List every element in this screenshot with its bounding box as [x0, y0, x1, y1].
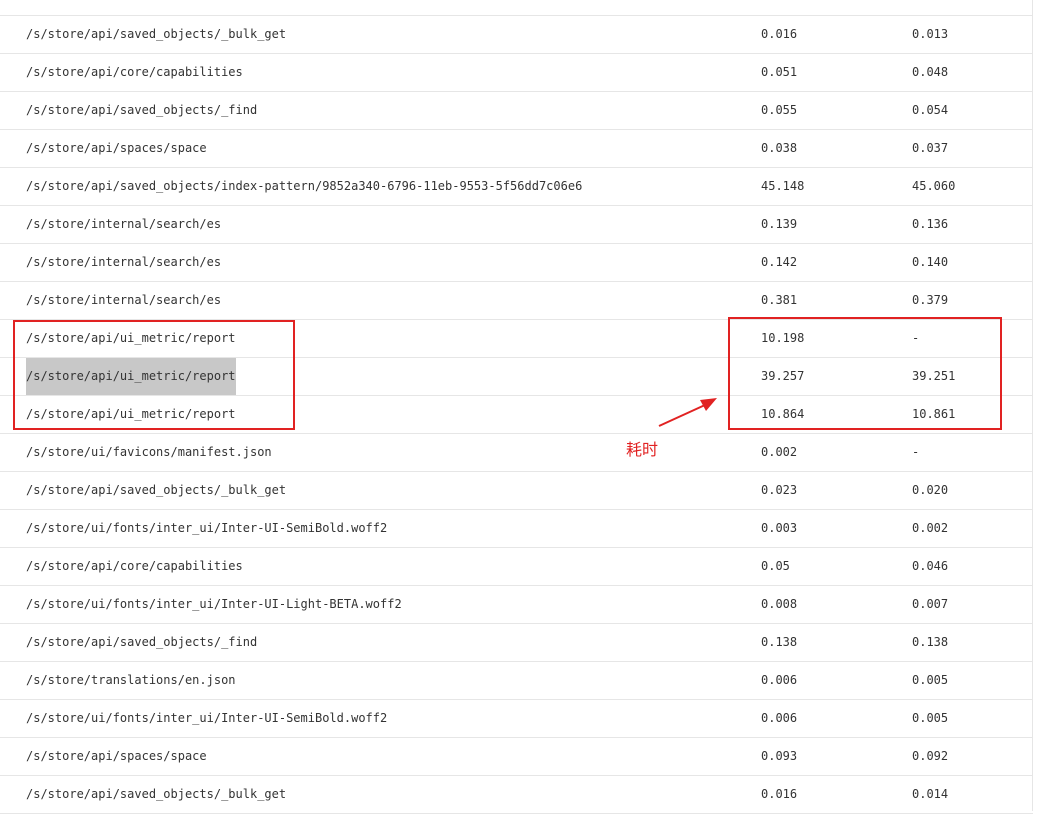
- timing-server: 0.020: [912, 483, 949, 497]
- table-row[interactable]: /s/store/api/saved_objects/_bulk_get 0.0…: [0, 776, 1033, 814]
- table-row[interactable]: /s/store/ui/fonts/inter_ui/Inter-UI-Ligh…: [0, 586, 1033, 624]
- timing-server: 0.005: [912, 711, 949, 725]
- timing-server: 45.060: [912, 179, 956, 193]
- timing-total: 0.138: [761, 635, 798, 649]
- request-url[interactable]: /s/store/api/saved_objects/_bulk_get: [26, 16, 286, 53]
- table-row[interactable]: /s/store/api/core/capabilities 0.051 0.0…: [0, 54, 1033, 92]
- timing-total: 0.055: [761, 103, 798, 117]
- request-url[interactable]: /s/store/api/saved_objects/index-pattern…: [26, 168, 582, 205]
- timing-total: 0.023: [761, 483, 798, 497]
- table-row[interactable]: /s/store/internal/search/es 0.381 0.379: [0, 282, 1033, 320]
- table-row[interactable]: /s/store/api/saved_objects/_find 0.138 0…: [0, 624, 1033, 662]
- table-row[interactable]: /s/store/api/spaces/space 0.093 0.092: [0, 738, 1033, 776]
- timing-server: 0.048: [912, 65, 949, 79]
- request-url[interactable]: /s/store/api/spaces/space: [26, 738, 207, 775]
- timing-total: 0.016: [761, 27, 798, 41]
- timing-total: 0.139: [761, 217, 798, 231]
- timing-total: 0.016: [761, 787, 798, 801]
- timing-total: 45.148: [761, 179, 805, 193]
- timing-total: 0.003: [761, 521, 798, 535]
- highlight-box-timings: [728, 317, 1002, 430]
- request-url[interactable]: /s/store/api/saved_objects/_bulk_get: [26, 472, 286, 509]
- table-row[interactable]: /s/store/internal/search/es 0.139 0.136: [0, 206, 1033, 244]
- table-row[interactable]: /s/store/ui/fonts/inter_ui/Inter-UI-Semi…: [0, 700, 1033, 738]
- timing-server: 0.054: [912, 103, 949, 117]
- timing-server: 0.005: [912, 673, 949, 687]
- highlight-box-urls: [13, 320, 295, 430]
- table-row[interactable]: /s/store/api/core/capabilities 0.05 0.04…: [0, 548, 1033, 586]
- timing-server: 0.014: [912, 787, 949, 801]
- request-url[interactable]: /s/store/ui/fonts/inter_ui/Inter-UI-Semi…: [26, 510, 387, 547]
- timing-total: 0.008: [761, 597, 798, 611]
- table-row[interactable]: /s/store/api/saved_objects/_bulk_get 0.0…: [0, 16, 1033, 54]
- request-url[interactable]: /s/store/api/saved_objects/_find: [26, 624, 257, 661]
- timing-server: 0.037: [912, 141, 949, 155]
- request-url[interactable]: /s/store/api/spaces/space: [26, 130, 207, 167]
- timing-total: 0.381: [761, 293, 798, 307]
- request-url[interactable]: /s/store/ui/favicons/manifest.json: [26, 434, 272, 471]
- table-row[interactable]: /s/store/api/saved_objects/index-pattern…: [0, 168, 1033, 206]
- timing-total: 0.142: [761, 255, 798, 269]
- table-row[interactable]: /s/store/api/spaces/space 0.038 0.037: [0, 130, 1033, 168]
- request-url[interactable]: /s/store/internal/search/es: [26, 206, 221, 243]
- table-row[interactable]: /s/store/api/saved_objects/_find 0.055 0…: [0, 92, 1033, 130]
- table-row[interactable]: /s/store/internal/search/es 0.142 0.140: [0, 244, 1033, 282]
- timing-total: 0.038: [761, 141, 798, 155]
- timing-server: 0.138: [912, 635, 949, 649]
- timing-total: 0.05: [761, 559, 790, 573]
- vertical-scrollbar[interactable]: [1032, 0, 1039, 811]
- timing-server: 0.002: [912, 521, 949, 535]
- request-url[interactable]: /s/store/api/saved_objects/_bulk_get: [26, 776, 286, 813]
- timing-total: 0.002: [761, 445, 798, 459]
- table-row-partial: [0, 0, 1033, 16]
- timing-server: 0.379: [912, 293, 949, 307]
- timing-server: 0.140: [912, 255, 949, 269]
- timing-total: 0.006: [761, 673, 798, 687]
- request-url[interactable]: /s/store/translations/en.json: [26, 662, 236, 699]
- request-url[interactable]: /s/store/api/core/capabilities: [26, 54, 243, 91]
- request-url[interactable]: /s/store/internal/search/es: [26, 244, 221, 281]
- timing-server: 0.136: [912, 217, 949, 231]
- request-url[interactable]: /s/store/internal/search/es: [26, 282, 221, 319]
- request-url[interactable]: /s/store/ui/fonts/inter_ui/Inter-UI-Semi…: [26, 700, 387, 737]
- request-url[interactable]: /s/store/ui/fonts/inter_ui/Inter-UI-Ligh…: [26, 586, 402, 623]
- table-row[interactable]: /s/store/ui/favicons/manifest.json 0.002…: [0, 434, 1033, 472]
- table-row[interactable]: /s/store/translations/en.json 0.006 0.00…: [0, 662, 1033, 700]
- timing-server: 0.092: [912, 749, 949, 763]
- timing-total: 0.093: [761, 749, 798, 763]
- timing-total: 0.051: [761, 65, 798, 79]
- annotation-label: 耗时: [626, 440, 659, 459]
- annotation-arrow-icon: [658, 398, 717, 427]
- timing-server: 0.007: [912, 597, 949, 611]
- request-url[interactable]: /s/store/api/core/capabilities: [26, 548, 243, 585]
- table-row[interactable]: /s/store/ui/fonts/inter_ui/Inter-UI-Semi…: [0, 510, 1033, 548]
- timing-server: 0.046: [912, 559, 949, 573]
- timing-total: 0.006: [761, 711, 798, 725]
- table-row[interactable]: /s/store/api/saved_objects/_bulk_get 0.0…: [0, 472, 1033, 510]
- timing-server: 0.013: [912, 27, 949, 41]
- timing-server: -: [912, 445, 920, 459]
- request-url[interactable]: /s/store/api/saved_objects/_find: [26, 92, 257, 129]
